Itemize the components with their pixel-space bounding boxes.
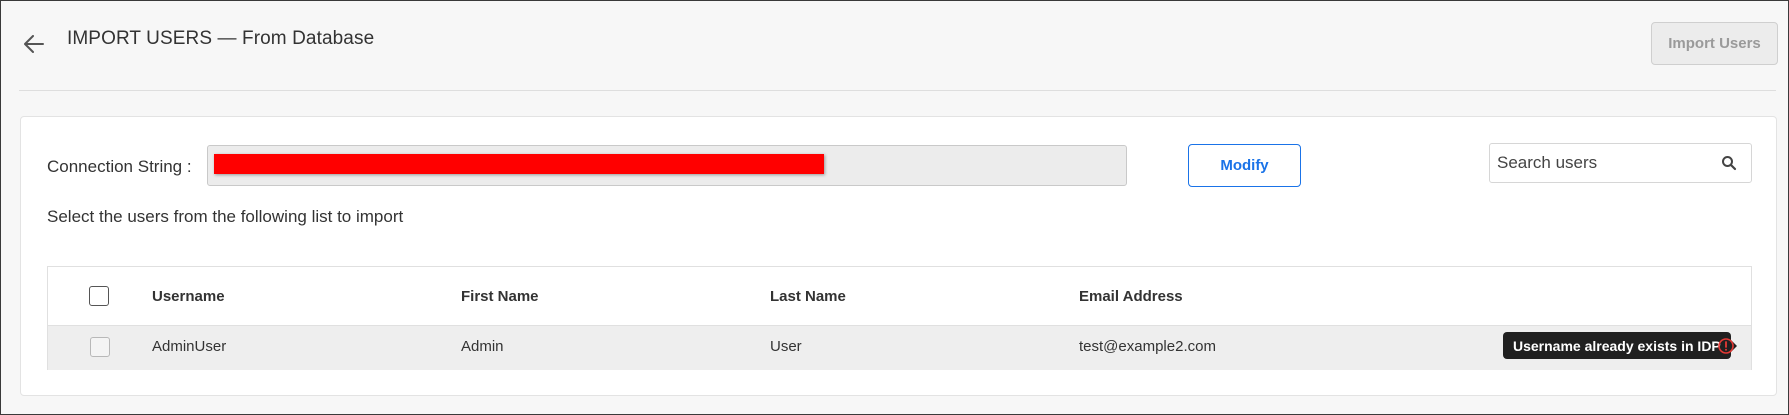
header-divider	[19, 90, 1776, 91]
arrow-left-icon	[24, 35, 44, 53]
import-users-page: IMPORT USERS — From Database Import User…	[0, 0, 1789, 415]
connection-string-label: Connection String :	[47, 157, 192, 176]
import-card: Connection String : Modify Select the us…	[20, 116, 1777, 396]
warning-tooltip: Username already exists in IDP	[1503, 332, 1737, 359]
cell-last-name: User	[770, 338, 802, 355]
connection-string-field	[207, 145, 1127, 186]
search-icon[interactable]	[1720, 154, 1738, 172]
back-button[interactable]	[19, 29, 49, 59]
page-title: IMPORT USERS — From Database	[67, 28, 375, 49]
cell-first-name: Admin	[461, 338, 504, 355]
row-checkbox	[90, 337, 110, 357]
search-input[interactable]	[1497, 144, 1717, 182]
cell-email: test@example2.com	[1079, 338, 1216, 355]
search-box	[1489, 143, 1752, 183]
modify-button[interactable]: Modify	[1188, 144, 1301, 187]
warning-icon[interactable]	[1717, 337, 1735, 355]
column-header-first-name[interactable]: First Name	[461, 288, 539, 305]
column-header-username[interactable]: Username	[152, 288, 225, 305]
instructions-text: Select the users from the following list…	[47, 207, 404, 226]
column-header-last-name[interactable]: Last Name	[770, 288, 846, 305]
column-header-email[interactable]: Email Address	[1079, 288, 1183, 305]
redacted-connection-value	[214, 154, 824, 174]
table-header: Username First Name Last Name Email Addr…	[48, 267, 1751, 326]
users-table: Username First Name Last Name Email Addr…	[47, 266, 1752, 370]
table-row: AdminUser Admin User test@example2.com U…	[48, 326, 1751, 370]
select-all-checkbox[interactable]	[89, 286, 109, 306]
cell-username: AdminUser	[152, 338, 227, 355]
import-users-button[interactable]: Import Users	[1651, 22, 1778, 65]
